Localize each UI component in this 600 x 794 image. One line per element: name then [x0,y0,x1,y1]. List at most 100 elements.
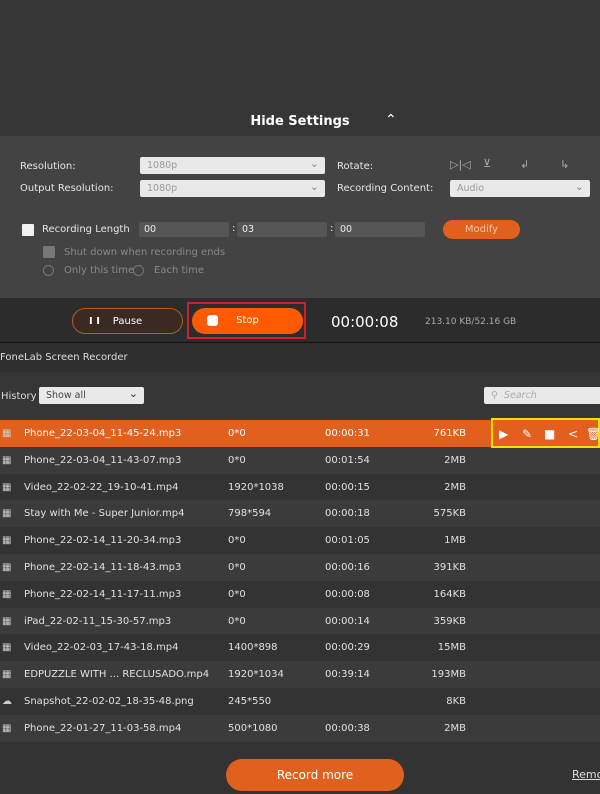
app-title: FoneLab Screen Recorder [0,352,128,363]
settings-panel: Resolution: 1080p ⌄ Output Resolution: 10… [0,136,600,298]
share-icon[interactable]: < [568,427,578,441]
file-row[interactable]: ▦ Phone_22-03-04_11-43-07.mp3 0*0 00:01:… [0,446,600,474]
record-more-button[interactable]: Record more [226,759,404,791]
file-row[interactable]: ▦ Stay with Me - Super Junior.mp4 798*59… [0,500,600,528]
seconds-input[interactable]: 00 [335,222,425,237]
file-row[interactable]: ▦ EDPUZZLE WITH ... RECLUSADO.mp4 1920*1… [0,661,600,689]
file-name: Snapshot_22-02-02_18-35-48.png [24,696,194,707]
resolution-select[interactable]: 1080p ⌄ [140,157,325,174]
video-icon: ▦ [2,642,12,654]
each-time-radio[interactable] [133,265,144,276]
hide-settings-button[interactable]: Hide Settings [0,114,600,129]
file-resolution: 1920*1034 [228,669,284,681]
chevron-up-icon[interactable]: ⌃ [385,112,397,128]
chevron-down-icon: ⌄ [309,180,319,193]
file-duration: 00:01:54 [325,454,370,466]
folder-icon[interactable]: ■ [544,427,555,441]
delete-icon[interactable]: 🗑 [586,427,600,441]
file-size: 761KB [433,428,466,439]
image-icon: ☁ [2,696,12,707]
pause-icon: I I [89,316,100,327]
shutdown-checkbox[interactable] [43,246,55,258]
file-name: Phone_22-02-14_11-20-34.mp3 [24,535,182,547]
video-icon: ▦ [2,481,12,493]
only-this-time-label: Only this time [64,265,135,276]
output-resolution-select[interactable]: 1080p ⌄ [140,180,325,197]
file-duration: 00:00:31 [325,428,370,439]
file-size: 164KB [433,588,466,600]
flip-horizontal-icon[interactable]: ▷|◁ [450,158,471,171]
video-icon: ▦ [2,535,12,547]
file-row[interactable]: ▦ Phone_22-02-14_11-18-43.mp3 0*0 00:00:… [0,554,600,581]
rotate-left-icon[interactable]: ↲ [520,158,529,171]
chevron-down-icon: ⌄ [309,157,319,170]
file-size-readout: 213.10 KB/52.16 GB [425,317,517,327]
video-icon: ▦ [2,508,12,520]
file-resolution: 0*0 [228,454,246,466]
only-this-time-radio[interactable] [43,265,54,276]
video-icon: ▦ [2,615,12,627]
video-icon: ▦ [2,428,12,439]
file-resolution: 0*0 [228,562,246,573]
history-filter-select[interactable]: Show all ⌄ [39,387,144,404]
file-size: 391KB [433,562,466,573]
file-duration: 00:00:15 [325,481,370,493]
search-placeholder: Search [503,390,537,401]
timer: 00:00:08 [331,313,399,331]
file-duration: 00:00:14 [325,615,370,627]
search-input[interactable]: ⚲ Search [484,387,600,404]
file-duration: 00:00:18 [325,508,370,520]
shutdown-label: Shut down when recording ends [64,247,226,258]
file-size: 2MB [444,481,466,493]
file-name: Phone_22-03-04_11-43-07.mp3 [24,454,182,466]
minutes-input[interactable]: 03 [237,222,327,237]
rotate-right-icon[interactable]: ↳ [560,158,569,171]
file-row[interactable]: ☁ Snapshot_22-02-02_18-35-48.png 245*550… [0,688,600,715]
chevron-down-icon: ⌄ [128,387,138,400]
recording-content-value: Audio [457,183,485,194]
file-row[interactable]: ▦ Phone_22-02-14_11-20-34.mp3 0*0 00:01:… [0,527,600,555]
file-name: Phone_22-01-27_11-03-58.mp4 [24,722,182,734]
resolution-value: 1080p [147,160,178,171]
output-resolution-label: Output Resolution: [20,183,114,194]
recording-length-label: Recording Length [42,224,130,235]
history-filter-value: Show all [46,390,86,401]
stop-button[interactable]: Stop [192,308,303,334]
file-name: EDPUZZLE WITH ... RECLUSADO.mp4 [24,669,210,681]
history-label: History [1,391,37,402]
remove-link[interactable]: Remo [572,768,600,781]
flip-vertical-icon[interactable]: ⊻ [483,157,491,170]
file-resolution: 0*0 [228,588,246,600]
file-size: 193MB [431,669,466,681]
file-row[interactable]: ▦ Video_22-02-22_19-10-41.mp4 1920*1038 … [0,473,600,501]
file-resolution: 798*594 [228,508,272,520]
file-name: Phone_22-02-14_11-18-43.mp3 [24,562,182,573]
file-row[interactable]: ▦ Video_22-02-03_17-43-18.mp4 1400*898 0… [0,634,600,662]
pause-button[interactable]: I I Pause [72,308,183,334]
file-duration: 00:39:14 [325,669,370,681]
file-resolution: 0*0 [228,535,246,547]
video-icon: ▦ [2,669,12,681]
video-icon: ▦ [2,562,12,573]
file-name: Phone_22-03-04_11-45-24.mp3 [24,428,182,439]
video-icon: ▦ [2,454,12,466]
history-bar: History Show all ⌄ ⚲ Search [0,372,600,420]
play-icon[interactable]: ▶ [499,427,508,441]
recording-length-checkbox[interactable] [22,224,34,236]
file-row[interactable]: ▦ Phone_22-02-14_11-17-11.mp3 0*0 00:00:… [0,580,600,608]
title-bar: FoneLab Screen Recorder [0,342,600,372]
file-size: 359KB [433,615,466,627]
file-resolution: 0*0 [228,428,246,439]
file-size: 2MB [444,454,466,466]
file-resolution: 1920*1038 [228,481,284,493]
actions-highlight: ▶ ✎ ■ < 🗑 [491,418,600,448]
file-size: 15MB [437,642,466,654]
file-row[interactable]: ▦ Phone_22-01-27_11-03-58.mp4 500*1080 0… [0,714,600,742]
output-resolution-value: 1080p [147,183,178,194]
recording-content-select[interactable]: Audio ⌄ [450,180,590,197]
pause-label: Pause [112,316,143,327]
edit-icon[interactable]: ✎ [522,427,532,441]
file-row[interactable]: ▦ iPad_22-02-11_15-30-57.mp3 0*0 00:00:1… [0,607,600,635]
modify-button[interactable]: Modify [443,220,520,239]
hours-input[interactable]: 00 [139,222,229,237]
